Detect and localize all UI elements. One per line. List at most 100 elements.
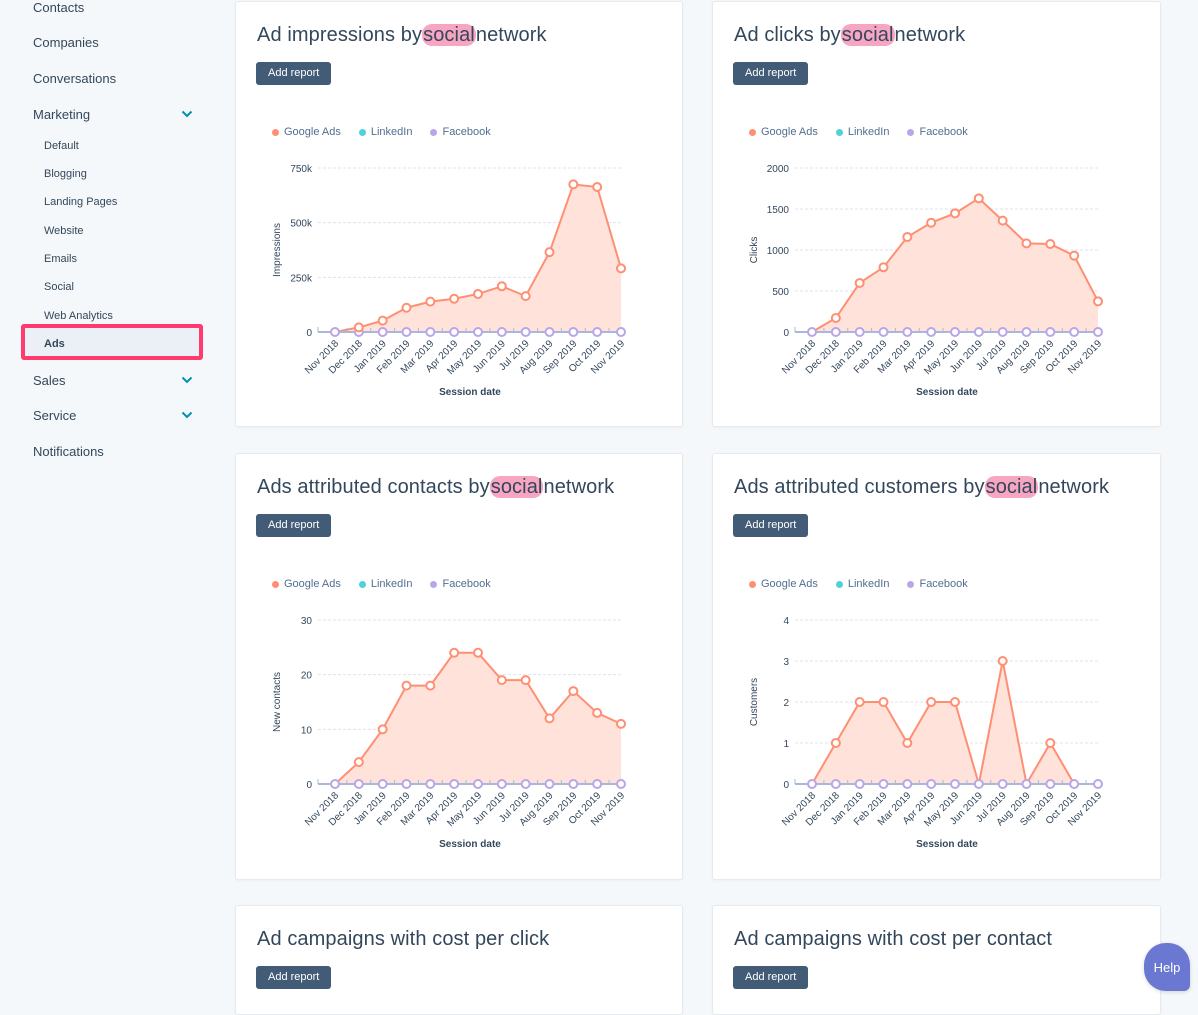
data-point-google-ads[interactable]	[1045, 239, 1056, 250]
data-point-google-ads[interactable]	[568, 179, 579, 190]
data-point-facebook[interactable]	[926, 327, 937, 337]
data-point-facebook[interactable]	[1045, 327, 1056, 337]
data-point-facebook[interactable]	[544, 327, 555, 337]
data-point-facebook[interactable]	[616, 327, 626, 337]
data-point-google-ads[interactable]	[616, 718, 626, 729]
data-point-google-ads[interactable]	[473, 288, 483, 299]
data-point-facebook[interactable]	[902, 327, 913, 337]
legend-item[interactable]: LinkedIn	[358, 578, 412, 590]
data-point-google-ads[interactable]	[997, 656, 1008, 666]
data-point-google-ads[interactable]	[878, 262, 889, 273]
help-button[interactable]: Help	[1144, 943, 1190, 991]
legend-item[interactable]: Facebook	[907, 126, 968, 138]
data-point-google-ads[interactable]	[1045, 738, 1056, 748]
data-point-facebook[interactable]	[830, 779, 841, 789]
data-point-google-ads[interactable]	[592, 707, 603, 718]
legend-item[interactable]: Google Ads	[749, 126, 818, 138]
sidebar-item-contacts[interactable]: Contacts	[33, 0, 84, 15]
data-point-facebook[interactable]	[425, 779, 436, 789]
add-report-button[interactable]: Add report	[256, 966, 332, 989]
data-point-facebook[interactable]	[616, 779, 626, 789]
data-point-facebook[interactable]	[330, 779, 340, 789]
data-point-google-ads[interactable]	[353, 322, 364, 333]
sidebar-item-companies[interactable]: Companies	[33, 35, 99, 50]
data-point-facebook[interactable]	[807, 327, 817, 337]
data-point-facebook[interactable]	[807, 779, 817, 789]
sidebar-subitem-social[interactable]: Social	[44, 281, 74, 293]
data-point-google-ads[interactable]	[401, 680, 412, 691]
data-point-facebook[interactable]	[973, 327, 984, 337]
data-point-facebook[interactable]	[950, 779, 960, 789]
add-report-button[interactable]: Add report	[256, 62, 332, 85]
data-point-facebook[interactable]	[496, 327, 507, 337]
data-point-google-ads[interactable]	[496, 675, 507, 686]
data-point-google-ads[interactable]	[1093, 296, 1103, 307]
data-point-facebook[interactable]	[950, 327, 960, 337]
sidebar-subitem-web-analytics[interactable]: Web Analytics	[44, 310, 113, 322]
data-point-facebook[interactable]	[520, 779, 531, 789]
data-point-facebook[interactable]	[926, 779, 937, 789]
data-point-google-ads[interactable]	[425, 296, 436, 307]
legend-item[interactable]: LinkedIn	[835, 578, 889, 590]
data-point-facebook[interactable]	[496, 779, 507, 789]
data-point-facebook[interactable]	[1093, 327, 1103, 337]
data-point-facebook[interactable]	[1069, 327, 1080, 337]
data-point-google-ads[interactable]	[496, 281, 507, 292]
legend-item[interactable]: Facebook	[430, 126, 491, 138]
data-point-google-ads[interactable]	[353, 757, 364, 768]
sidebar-item-notifications[interactable]: Notifications	[33, 444, 104, 459]
data-point-facebook[interactable]	[592, 779, 603, 789]
data-point-google-ads[interactable]	[449, 293, 460, 304]
add-report-button[interactable]: Add report	[733, 966, 809, 989]
data-point-google-ads[interactable]	[377, 315, 388, 326]
add-report-button[interactable]: Add report	[733, 514, 809, 537]
data-point-google-ads[interactable]	[449, 647, 460, 658]
data-point-facebook[interactable]	[568, 779, 579, 789]
data-point-facebook[interactable]	[878, 327, 889, 337]
data-point-facebook[interactable]	[401, 779, 412, 789]
legend-item[interactable]: LinkedIn	[835, 126, 889, 138]
data-point-google-ads[interactable]	[950, 208, 960, 219]
data-point-google-ads[interactable]	[473, 647, 483, 658]
add-report-button[interactable]: Add report	[256, 514, 332, 537]
sidebar-subitem-ads-selected[interactable]: Ads	[21, 324, 203, 360]
chevron-down-icon[interactable]	[181, 411, 193, 419]
data-point-google-ads[interactable]	[520, 675, 531, 686]
data-point-facebook[interactable]	[473, 327, 483, 337]
data-point-facebook[interactable]	[1021, 327, 1032, 337]
legend-item[interactable]: Google Ads	[272, 126, 341, 138]
sidebar-item-sales[interactable]: Sales	[33, 373, 66, 388]
legend-item[interactable]: Google Ads	[749, 578, 818, 590]
data-point-google-ads[interactable]	[973, 193, 984, 204]
data-point-facebook[interactable]	[401, 327, 412, 337]
data-point-facebook[interactable]	[449, 779, 460, 789]
data-point-facebook[interactable]	[330, 327, 340, 337]
legend-item[interactable]: Facebook	[907, 578, 968, 590]
data-point-facebook[interactable]	[425, 327, 436, 337]
legend-item[interactable]: LinkedIn	[358, 126, 412, 138]
data-point-google-ads[interactable]	[544, 247, 555, 258]
data-point-google-ads[interactable]	[425, 680, 436, 691]
data-point-google-ads[interactable]	[616, 263, 626, 274]
sidebar-subitem-landing-pages[interactable]: Landing Pages	[44, 196, 117, 208]
sidebar-item-service[interactable]: Service	[33, 408, 76, 423]
data-point-google-ads[interactable]	[997, 215, 1008, 226]
data-point-facebook[interactable]	[902, 779, 913, 789]
data-point-facebook[interactable]	[854, 327, 865, 337]
data-point-google-ads[interactable]	[878, 697, 889, 707]
data-point-facebook[interactable]	[973, 779, 984, 789]
data-point-google-ads[interactable]	[926, 217, 937, 228]
sidebar-subitem-default[interactable]: Default	[44, 140, 79, 152]
chevron-down-icon[interactable]	[181, 110, 193, 118]
data-point-facebook[interactable]	[592, 327, 603, 337]
legend-item[interactable]: Facebook	[430, 578, 491, 590]
data-point-facebook[interactable]	[830, 327, 841, 337]
sidebar-subitem-emails[interactable]: Emails	[44, 253, 77, 265]
data-point-google-ads[interactable]	[568, 686, 579, 697]
data-point-facebook[interactable]	[377, 327, 388, 337]
data-point-google-ads[interactable]	[950, 697, 960, 707]
data-point-facebook[interactable]	[473, 779, 483, 789]
data-point-facebook[interactable]	[997, 779, 1008, 789]
data-point-google-ads[interactable]	[902, 738, 913, 748]
sidebar-item-marketing[interactable]: Marketing	[33, 107, 90, 122]
